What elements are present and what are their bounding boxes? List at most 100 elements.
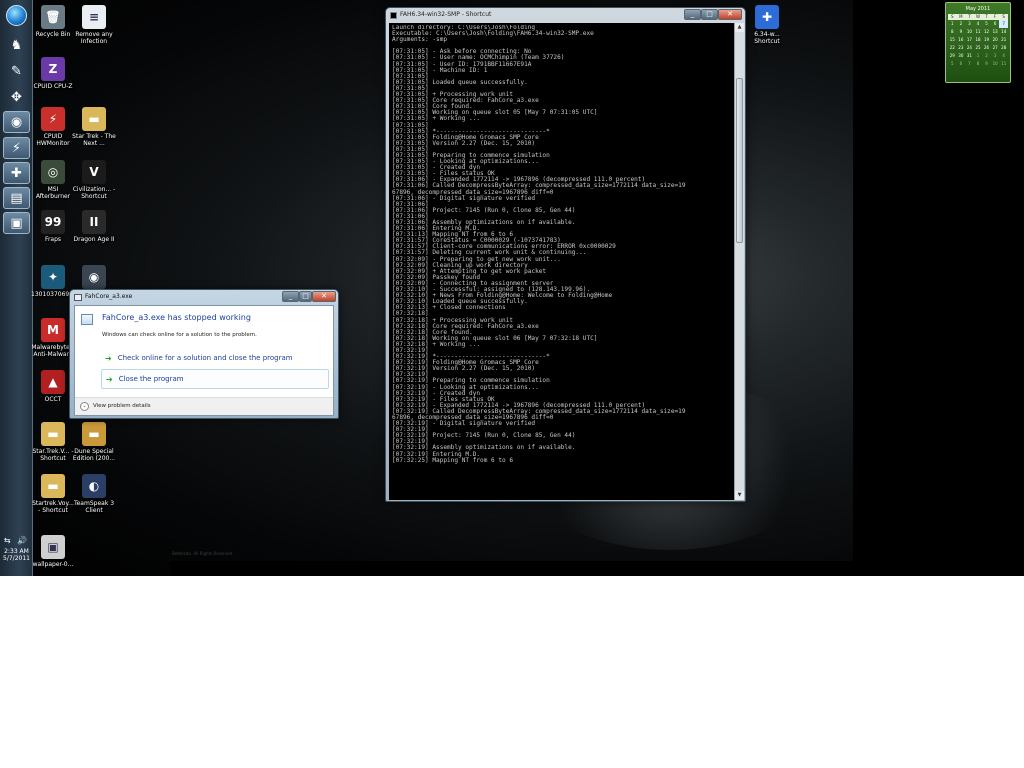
desktop-icon[interactable]: V Civilization... - Shortcut — [72, 160, 116, 200]
dialog-footer[interactable]: ⌄ View problem details — [75, 397, 333, 415]
desktop-icon[interactable]: II Dragon Age II — [72, 210, 116, 243]
close-program-button[interactable]: ➔ Close the program — [101, 369, 329, 389]
calendar-day[interactable]: 1 — [948, 20, 957, 28]
calendar-day[interactable]: 4 — [999, 52, 1008, 60]
dialog-close-button[interactable]: ✕ — [312, 291, 336, 302]
desktop-icon[interactable]: ▬ Star.Trek.V... - Shortcut — [31, 422, 75, 462]
console-titlebar[interactable]: FAH6.34-win32-SMP - Shortcut _ □ ✕ — [386, 8, 745, 24]
desktop-icon[interactable]: ⚡ CPUID HWMonitor — [31, 107, 75, 147]
calendar-day[interactable]: 6 — [991, 20, 1000, 28]
taskbar-explorer-icon[interactable]: ▤ — [3, 187, 30, 209]
minimize-button[interactable]: _ — [684, 9, 701, 20]
calendar-day[interactable]: 16 — [957, 36, 966, 44]
taskbar-hwmonitor-icon[interactable]: ⚡ — [3, 137, 30, 159]
calendar-day[interactable]: 31 — [965, 52, 974, 60]
desktop-icon[interactable]: 99 Fraps — [31, 210, 75, 243]
calendar-day[interactable]: 4 — [974, 20, 983, 28]
calendar-day[interactable]: 2 — [957, 20, 966, 28]
desktop-icon[interactable]: Z CPUID CPU-Z — [31, 57, 75, 90]
desktop-icon[interactable]: ◎ MSI Afterburner — [31, 160, 75, 200]
calendar-day[interactable]: 8 — [948, 28, 957, 36]
calendar-day[interactable]: 9 — [957, 28, 966, 36]
scroll-up-arrow-icon[interactable]: ▲ — [735, 23, 744, 32]
tray-icons[interactable]: ⇆ 🔊 — [0, 536, 33, 545]
desktop-icon[interactable]: ✚ 6.34-w... Shortcut — [745, 5, 789, 45]
calendar-day[interactable]: 9 — [982, 60, 991, 68]
desktop-icon[interactable]: ▣ wallpaper-0... — [31, 535, 75, 568]
calendar-day[interactable]: 8 — [974, 60, 983, 68]
desktop-icon[interactable]: ▬ Startrek.Voy... - Shortcut — [31, 474, 75, 514]
calendar-day[interactable]: 1 — [974, 52, 983, 60]
taskbar-gamepad-icon[interactable]: ✥ — [3, 86, 30, 108]
desktop-icon[interactable]: ▬ Star Trek - The Next ... — [72, 107, 116, 147]
calendar-day[interactable]: 14 — [999, 28, 1008, 36]
calendar-day[interactable]: 21 — [999, 36, 1008, 44]
desktop-icon[interactable]: ◉ — [72, 265, 116, 291]
desktop-icon[interactable]: ◐ TeamSpeak 3 Client — [72, 474, 116, 514]
taskbar-chrome-icon[interactable]: ◉ — [3, 111, 30, 133]
taskbar-notepad-icon[interactable]: ✎ — [3, 60, 30, 82]
image-icon: ✦ — [41, 265, 65, 289]
error-dialog[interactable]: FahCore_a3.exe _ □ ✕ FahCore_a3.exe has … — [69, 289, 339, 419]
close-program-label: Close the program — [118, 375, 184, 383]
calendar-day[interactable]: 26 — [982, 44, 991, 52]
calendar-day[interactable]: 30 — [957, 52, 966, 60]
calendar-day[interactable]: 15 — [948, 36, 957, 44]
calendar-day[interactable]: 22 — [948, 44, 957, 52]
console-title: FAH6.34-win32-SMP - Shortcut — [400, 11, 492, 18]
check-online-button[interactable]: ➔ Check online for a solution and close … — [101, 348, 329, 368]
clock-date[interactable]: 5/7/2011 — [0, 555, 33, 562]
desktop-icon[interactable]: ≡ Remove any Infection — [72, 5, 116, 45]
desktop: Bethesda. All Rights Reserved. ♞ ✎ ✥ ◉ ⚡… — [0, 0, 1024, 576]
calendar-day[interactable]: 29 — [948, 52, 957, 60]
maximize-button[interactable]: □ — [701, 9, 718, 20]
taskbar-media-icon[interactable]: ♞ — [3, 34, 30, 56]
console-scrollbar[interactable]: ▲ ▼ — [734, 23, 744, 500]
calendar-day[interactable]: 5 — [948, 60, 957, 68]
calendar-day[interactable]: 13 — [991, 28, 1000, 36]
scroll-thumb[interactable] — [736, 78, 743, 243]
calendar-day[interactable]: 3 — [991, 52, 1000, 60]
calendar-day[interactable]: 10 — [965, 28, 974, 36]
calendar-day[interactable]: 7 — [999, 20, 1008, 28]
dialog-minimize-button[interactable]: _ — [282, 291, 299, 302]
clock-time[interactable]: 2:33 AM — [0, 548, 33, 555]
calendar-day[interactable]: 7 — [965, 60, 974, 68]
calendar-day[interactable]: 10 — [991, 60, 1000, 68]
calendar-day[interactable]: 11 — [999, 60, 1008, 68]
desktop-icon[interactable]: ▬ Dune Special Edition (200... — [72, 422, 116, 462]
taskbar-console-icon[interactable]: ▣ — [3, 212, 30, 234]
calendar-day[interactable]: 20 — [991, 36, 1000, 44]
calendar-day[interactable]: 19 — [982, 36, 991, 44]
desktop-icon[interactable]: 🗑 Recycle Bin — [31, 5, 75, 38]
calendar-day[interactable]: 3 — [965, 20, 974, 28]
folder-icon: ▬ — [41, 474, 65, 498]
calendar-day[interactable]: 18 — [974, 36, 983, 44]
calendar-day[interactable]: 23 — [957, 44, 966, 52]
calendar-day[interactable]: 5 — [982, 20, 991, 28]
dialog-subtext: Windows can check online for a solution … — [102, 332, 257, 338]
calendar-day[interactable]: 2 — [982, 52, 991, 60]
scroll-down-arrow-icon[interactable]: ▼ — [735, 491, 744, 500]
console-body[interactable]: Launch directory: C:\Users\Josh\Folding E… — [389, 23, 744, 500]
console-window[interactable]: FAH6.34-win32-SMP - Shortcut _ □ ✕ Launc… — [385, 7, 746, 502]
calendar-day[interactable]: 25 — [974, 44, 983, 52]
calendar-gadget[interactable]: May 2011 SMTWTFS 1 2 3 4 5 6 7 8 9 10 11 12 13 14 15 16… — [945, 2, 1011, 83]
close-button[interactable]: ✕ — [718, 9, 742, 20]
start-button[interactable] — [6, 5, 27, 26]
taskbar-folding-icon[interactable]: ✚ — [3, 162, 30, 184]
calendar-day[interactable]: 24 — [965, 44, 974, 52]
calendar-day[interactable]: 28 — [999, 44, 1008, 52]
chevron-down-icon[interactable]: ⌄ — [80, 402, 89, 411]
program-window-icon — [81, 314, 93, 325]
calendar-day[interactable]: 27 — [991, 44, 1000, 52]
calendar-day[interactable]: 11 — [974, 28, 983, 36]
calendar-day[interactable]: 6 — [957, 60, 966, 68]
dialog-maximize-button[interactable]: □ — [299, 291, 312, 302]
dialog-body: FahCore_a3.exe has stopped working Windo… — [74, 305, 334, 416]
calendar-day[interactable]: 12 — [982, 28, 991, 36]
taskbar: ♞ ✎ ✥ ◉ ⚡ ✚ ▤ ▣ ⇆ 🔊 2:33 AM 5/7/2011 — [0, 0, 33, 576]
check-online-label: Check online for a solution and close th… — [117, 354, 293, 362]
view-details-link[interactable]: View problem details — [93, 403, 151, 409]
calendar-day[interactable]: 17 — [965, 36, 974, 44]
